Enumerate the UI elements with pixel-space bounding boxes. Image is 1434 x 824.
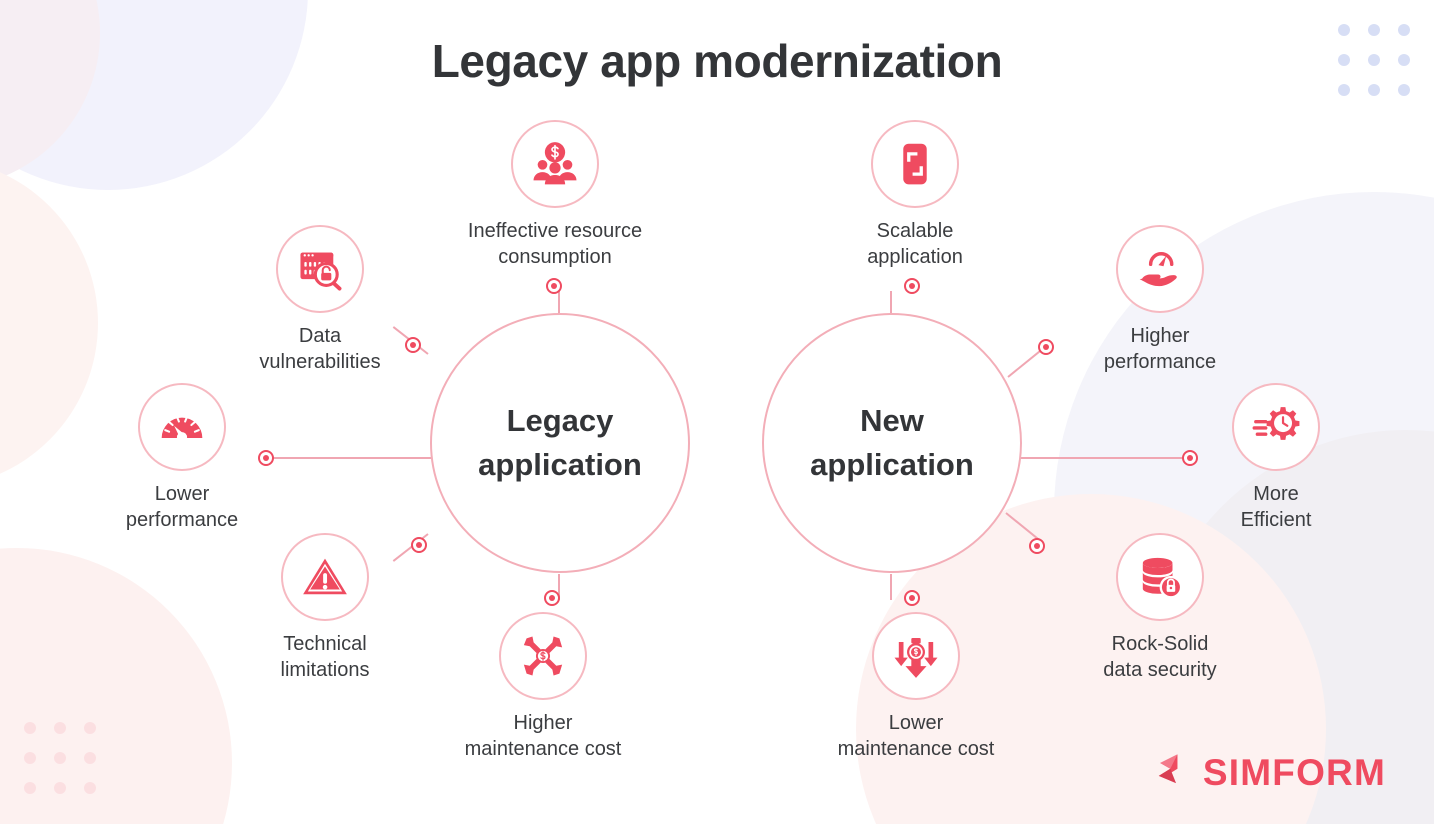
node-bubble	[871, 120, 959, 208]
connector-dot-new-lower-right	[1029, 538, 1045, 554]
node-bubble	[1232, 383, 1320, 471]
grid-dot	[84, 782, 96, 794]
node-label: Higher performance	[1103, 325, 1217, 373]
node-scalable-application[interactable]: Scalable application	[825, 120, 1005, 270]
node-rock-solid-data-security[interactable]: Rock-Solid data security	[1070, 533, 1250, 683]
infographic-canvas: Legacy app modernization Legacy applicat…	[0, 0, 1434, 824]
hub-legacy-application[interactable]: Legacy application	[430, 313, 690, 573]
brand-logo-text: SIMFORM	[1202, 752, 1386, 793]
node-bubble	[281, 533, 369, 621]
node-higher-maintenance-cost[interactable]: Higher maintenance cost	[428, 612, 658, 762]
node-bubble	[276, 225, 364, 313]
connector-new-upper-right	[1007, 348, 1043, 378]
connector-new-bottom	[890, 574, 892, 600]
node-lower-performance[interactable]: Lower performance	[92, 383, 272, 533]
simform-logo-icon	[1158, 754, 1178, 784]
grid-dot	[84, 752, 96, 764]
connector-new-right	[1020, 457, 1188, 459]
speedometer-low-icon	[161, 416, 203, 443]
node-higher-performance[interactable]: Higher performance	[1070, 225, 1250, 375]
node-bubble	[1116, 225, 1204, 313]
hub-new-label: New application	[810, 402, 974, 482]
page-title: Legacy app modernization	[431, 35, 1003, 87]
grid-dot	[54, 752, 66, 764]
warning-triangle-icon	[303, 558, 347, 595]
connector-dot-legacy-top	[546, 278, 562, 294]
grid-dot	[54, 782, 66, 794]
connector-dot-new-top	[904, 278, 920, 294]
node-label: Rock-Solid data security	[1103, 633, 1217, 681]
crossed-wrenches-dollar-icon	[523, 636, 563, 676]
node-technical-limitations[interactable]: Technical limitations	[235, 533, 415, 683]
hub-new-application[interactable]: New application	[762, 313, 1022, 573]
node-ineffective-resource-consumption[interactable]: Ineffective resource consumption	[440, 120, 670, 270]
down-arrows-dollar-icon	[894, 638, 938, 678]
connector-dot-legacy-left	[258, 450, 274, 466]
connector-dot-legacy-bottom	[544, 590, 560, 606]
data-search-unlock-icon	[300, 252, 342, 291]
hub-legacy-label: Legacy application	[478, 402, 642, 482]
grid-dot	[24, 782, 36, 794]
connector-dot-new-upper-right	[1038, 339, 1054, 355]
dot-grid-bottom-left	[24, 722, 96, 794]
node-label: Lower performance	[125, 483, 239, 531]
grid-dot	[54, 722, 66, 734]
node-more-efficient[interactable]: More Efficient	[1201, 383, 1351, 533]
node-label: More Efficient	[1240, 483, 1312, 531]
node-bubble	[511, 120, 599, 208]
node-lower-maintenance-cost[interactable]: Lower maintenance cost	[801, 612, 1031, 762]
people-dollar-icon	[533, 142, 577, 185]
connector-dot-new-bottom	[904, 590, 920, 606]
node-bubble	[499, 612, 587, 700]
background-blob-peach-top-left	[0, 158, 98, 488]
node-label: Data vulnerabilities	[259, 325, 381, 373]
grid-dot	[24, 752, 36, 764]
node-data-vulnerabilities[interactable]: Data vulnerabilities	[230, 225, 410, 375]
node-label: Higher maintenance cost	[464, 712, 622, 760]
grid-dot	[84, 722, 96, 734]
connector-legacy-top	[558, 291, 560, 315]
node-label: Ineffective resource consumption	[467, 220, 643, 268]
node-label: Scalable application	[867, 220, 963, 268]
node-label: Lower maintenance cost	[837, 712, 995, 760]
node-bubble	[1116, 533, 1204, 621]
grid-dot	[24, 722, 36, 734]
connector-dot-new-right	[1182, 450, 1198, 466]
connector-new-top	[890, 291, 892, 315]
node-bubble	[138, 383, 226, 471]
hand-speedometer-icon	[1139, 252, 1177, 287]
scale-resize-icon	[903, 143, 927, 185]
connector-dot-legacy-lower-left	[411, 537, 427, 553]
connector-dot-legacy-upper-left	[405, 337, 421, 353]
database-lock-icon	[1142, 557, 1183, 599]
node-bubble	[872, 612, 960, 700]
gear-clock-speed-icon	[1252, 407, 1300, 440]
node-label: Technical limitations	[280, 633, 370, 681]
brand-logo[interactable]: SIMFORM	[1148, 750, 1386, 796]
connector-legacy-left	[272, 457, 432, 459]
